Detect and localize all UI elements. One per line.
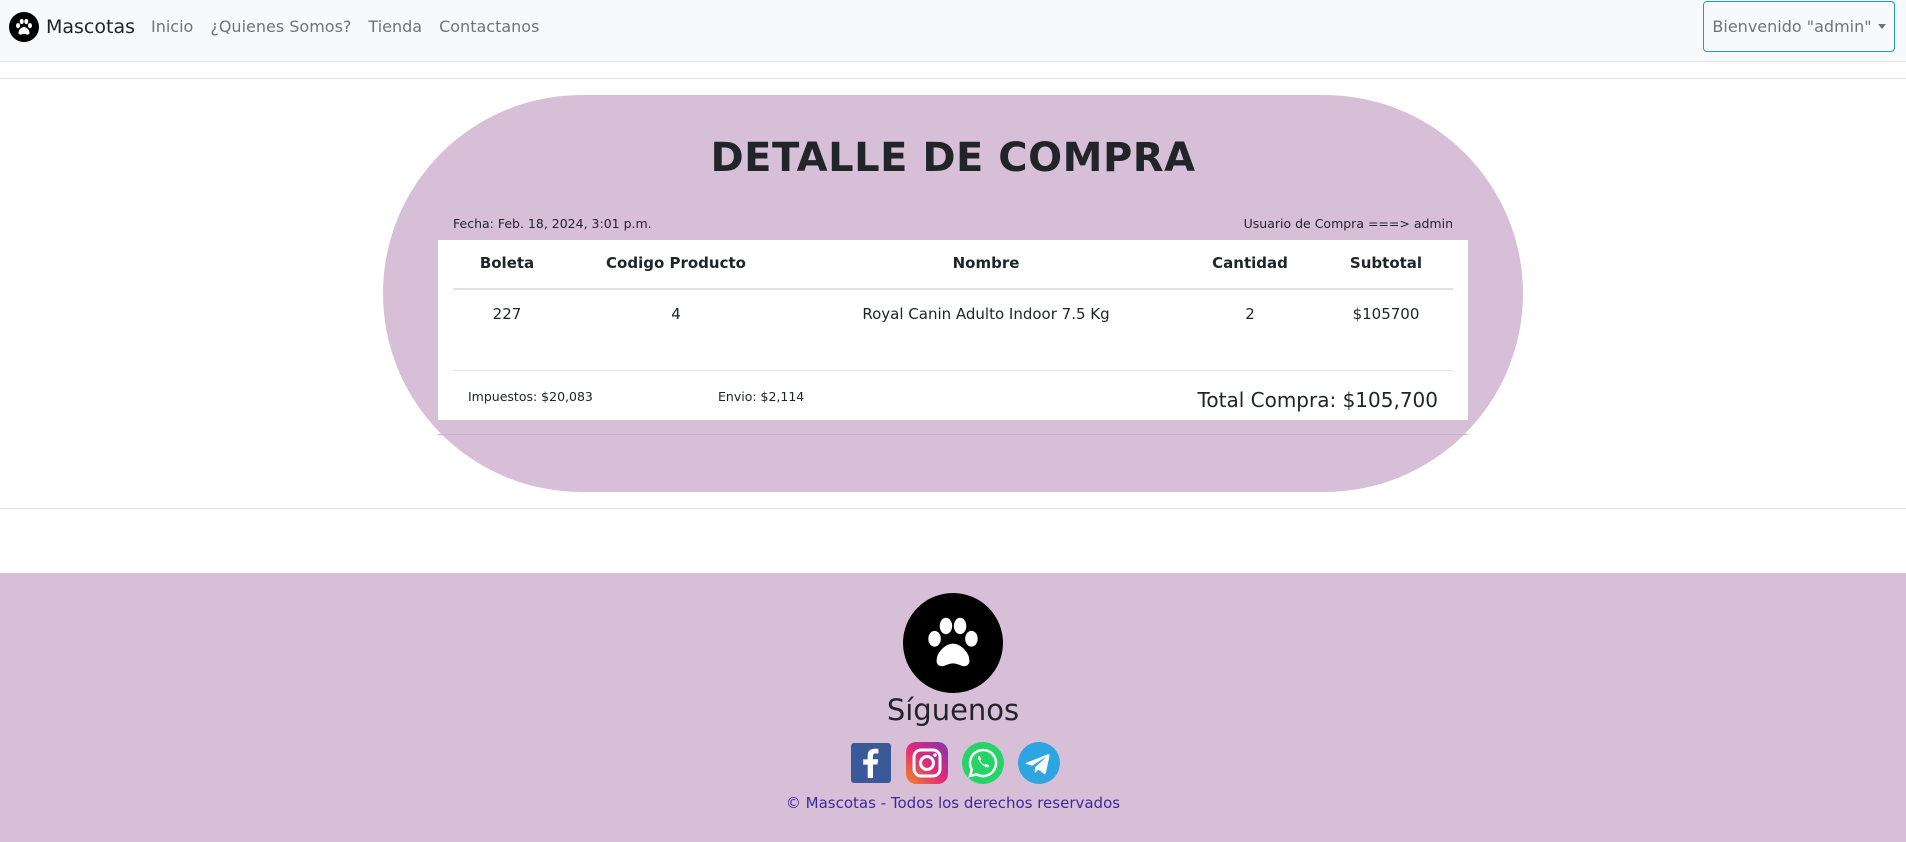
paw-icon xyxy=(9,12,39,42)
nav-link-contactanos[interactable]: Contactanos xyxy=(439,17,539,36)
copyright-text: © Mascotas - Todos los derechos reservad… xyxy=(785,794,1121,812)
user-menu-label: Bienvenido "admin" xyxy=(1712,17,1872,36)
column-header-nombre: Nombre xyxy=(952,254,1020,272)
page-title: DETALLE DE COMPRA xyxy=(710,135,1196,181)
cell-codigo-producto: 4 xyxy=(671,305,681,323)
nav-link-inicio[interactable]: Inicio xyxy=(151,17,193,36)
nav-link-quienes-somos[interactable]: ¿Quienes Somos? xyxy=(210,17,351,36)
cell-cantidad: 2 xyxy=(1245,305,1255,323)
bottom-divider xyxy=(0,508,1906,509)
purchase-user: Usuario de Compra ===> admin xyxy=(1243,216,1453,231)
table-row: 227 4 Royal Canin Adulto Indoor 7.5 Kg 2… xyxy=(453,305,1453,335)
cell-nombre: Royal Canin Adulto Indoor 7.5 Kg xyxy=(862,305,1110,323)
cell-boleta: 227 xyxy=(492,305,522,323)
nav-link-tienda[interactable]: Tienda xyxy=(368,17,422,36)
table-header-row: Boleta Codigo Producto Nombre Cantidad S… xyxy=(453,250,1453,290)
follow-heading: Síguenos xyxy=(886,693,1020,727)
column-header-cantidad: Cantidad xyxy=(1212,254,1288,272)
shipping-amount: Envio: $2,114 xyxy=(718,389,805,404)
panel-divider xyxy=(438,434,1468,435)
telegram-icon[interactable] xyxy=(1017,741,1061,785)
user-menu-button[interactable]: Bienvenido "admin" xyxy=(1703,1,1895,52)
column-header-codigo-producto: Codigo Producto xyxy=(606,254,746,272)
table-divider xyxy=(453,370,1453,371)
nav-links: Inicio ¿Quienes Somos? Tienda Contactano… xyxy=(151,17,556,36)
facebook-icon[interactable] xyxy=(849,741,893,785)
column-header-boleta: Boleta xyxy=(479,254,535,272)
brand-name: Mascotas xyxy=(46,16,135,38)
taxes-amount: Impuestos: $20,083 xyxy=(468,389,593,404)
whatsapp-icon[interactable] xyxy=(961,741,1005,785)
column-header-subtotal: Subtotal xyxy=(1349,254,1423,272)
purchase-total: Total Compra: $105,700 xyxy=(1197,388,1438,412)
navbar: Mascotas Inicio ¿Quienes Somos? Tienda C… xyxy=(0,0,1906,62)
top-divider xyxy=(0,78,1906,79)
caret-down-icon xyxy=(1877,24,1886,29)
instagram-icon[interactable] xyxy=(905,741,949,785)
brand-link[interactable]: Mascotas xyxy=(9,12,135,42)
paw-logo-icon xyxy=(903,593,1003,693)
cell-subtotal: $105700 xyxy=(1352,305,1420,323)
social-links xyxy=(849,741,1073,785)
purchase-date: Fecha: Feb. 18, 2024, 3:01 p.m. xyxy=(453,216,652,231)
